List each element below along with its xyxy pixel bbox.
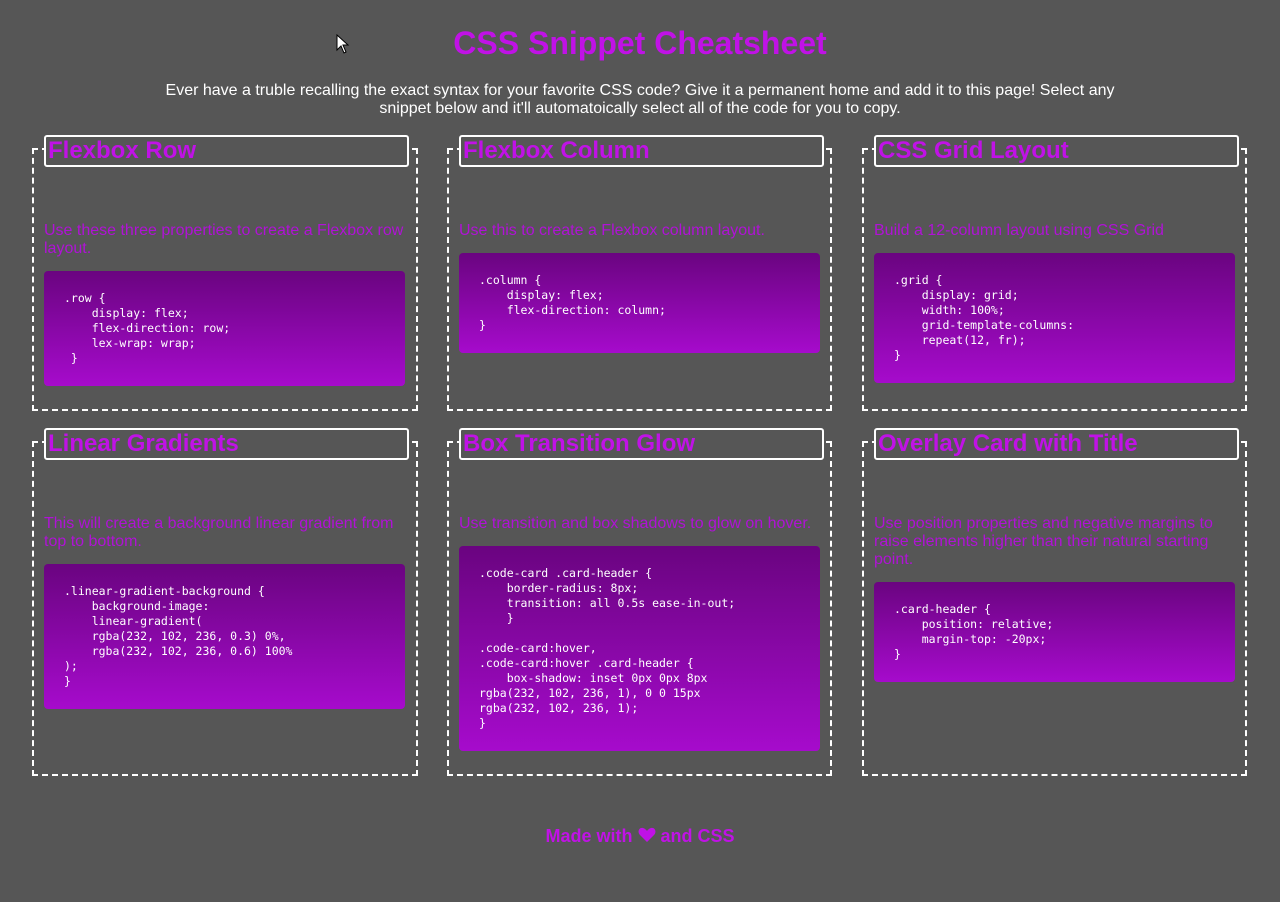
card-description: Build a 12-column layout using CSS Grid — [874, 222, 1164, 239]
code-snippet[interactable]: .column { display: flex; flex-direction:… — [459, 253, 820, 353]
card-description: This will create a background linear gra… — [44, 515, 394, 550]
footer-suffix: and CSS — [660, 826, 735, 846]
intro-text: Ever have a truble recalling the exact s… — [165, 82, 1115, 117]
card-header: Flexbox Row — [44, 135, 409, 167]
card-header: Flexbox Column — [459, 135, 824, 167]
code-snippet[interactable]: .linear-gradient-background { background… — [44, 564, 405, 709]
card-description: Use this to create a Flexbox column layo… — [459, 222, 765, 239]
code-snippet[interactable]: .row { display: flex; flex-direction: ro… — [44, 271, 405, 386]
code-text[interactable]: .linear-gradient-background { background… — [44, 564, 405, 689]
heart-icon — [638, 827, 655, 842]
card-header: Overlay Card with Title — [874, 428, 1239, 460]
card-header: CSS Grid Layout — [874, 135, 1239, 167]
code-snippet[interactable]: .code-card .card-header { border-radius:… — [459, 546, 820, 751]
card-header: Box Transition Glow — [459, 428, 824, 460]
code-text[interactable]: .row { display: flex; flex-direction: ro… — [44, 271, 405, 366]
page-title: CSS Snippet Cheatsheet — [453, 25, 827, 61]
code-snippet[interactable]: .grid { display: grid; width: 100%; grid… — [874, 253, 1235, 383]
code-text[interactable]: .column { display: flex; flex-direction:… — [459, 253, 820, 333]
footer-prefix: Made with — [545, 826, 633, 846]
code-text[interactable]: .card-header { position: relative; margi… — [874, 582, 1235, 662]
code-text[interactable]: .code-card .card-header { border-radius:… — [459, 546, 820, 731]
card-description: Use position properties and negative mar… — [874, 515, 1213, 568]
code-snippet[interactable]: .card-header { position: relative; margi… — [874, 582, 1235, 682]
footer: Made with and CSS — [0, 826, 1280, 847]
code-text[interactable]: .grid { display: grid; width: 100%; grid… — [874, 253, 1235, 363]
card-description: Use these three properties to create a F… — [44, 222, 404, 257]
card-description: Use transition and box shadows to glow o… — [459, 515, 812, 532]
card-header: Linear Gradients — [44, 428, 409, 460]
